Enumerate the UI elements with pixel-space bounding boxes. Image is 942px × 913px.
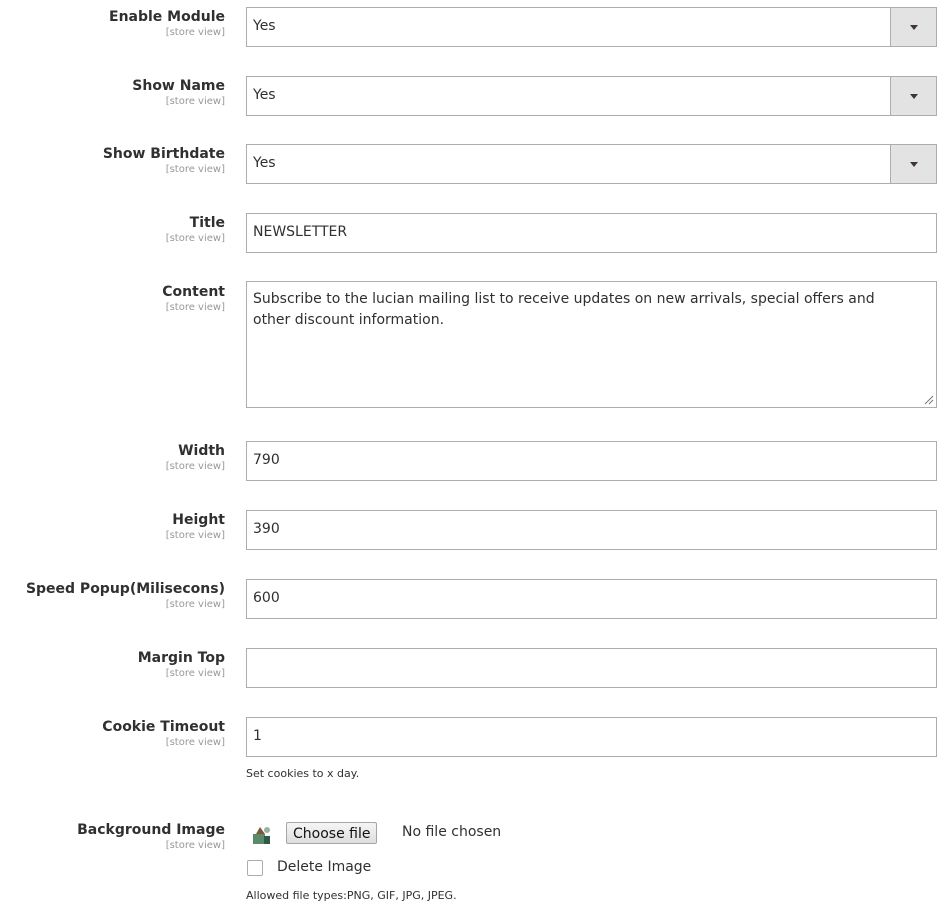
- chevron-down-icon: [909, 94, 918, 99]
- field-label: Enable Module [store view]: [0, 9, 225, 39]
- label-text: Speed Popup(Milisecons): [25, 581, 225, 597]
- title-input[interactable]: NEWSLETTER: [246, 213, 937, 253]
- label-text: Margin Top: [137, 650, 225, 666]
- dropdown-toggle[interactable]: [890, 77, 936, 115]
- textarea-value: Subscribe to the lucian mailing list to …: [253, 291, 875, 328]
- field-label: Height [store view]: [0, 512, 225, 542]
- field-margin-top: Margin Top [store view]: [0, 648, 942, 688]
- field-enable-module: Enable Module [store view] Yes: [0, 7, 942, 47]
- show-birthdate-select[interactable]: Yes: [246, 144, 937, 184]
- chevron-down-icon: [909, 162, 918, 167]
- scope-text: [store view]: [165, 27, 225, 38]
- field-show-name: Show Name [store view] Yes: [0, 76, 942, 116]
- input-value: 600: [253, 590, 280, 606]
- scope-text: [store view]: [165, 302, 225, 313]
- scope-text: [store view]: [165, 233, 225, 244]
- scope-text: [store view]: [165, 840, 225, 851]
- scope-text: [store view]: [165, 530, 225, 541]
- field-label: Show Name [store view]: [0, 78, 225, 108]
- speed-popup-input[interactable]: 600: [246, 579, 937, 619]
- no-file-text: No file chosen: [402, 824, 502, 840]
- scope-text: [store view]: [165, 96, 225, 107]
- label-text: Content: [162, 284, 225, 300]
- field-cookie-timeout: Cookie Timeout [store view] 1 Set cookie…: [0, 717, 942, 780]
- scope-text: [store view]: [165, 737, 225, 748]
- field-label: Speed Popup(Milisecons) [store view]: [0, 581, 225, 611]
- cookie-timeout-input[interactable]: 1: [246, 717, 937, 757]
- height-input[interactable]: 390: [246, 510, 937, 550]
- scope-text: [store view]: [165, 461, 225, 472]
- field-label: Content [store view]: [0, 284, 225, 314]
- field-height: Height [store view] 390: [0, 510, 942, 550]
- field-label: Margin Top [store view]: [0, 650, 225, 680]
- content-textarea[interactable]: Subscribe to the lucian mailing list to …: [246, 281, 937, 408]
- delete-image-checkbox[interactable]: [247, 860, 263, 876]
- scope-text: [store view]: [165, 668, 225, 679]
- scope-text: [store view]: [165, 599, 225, 610]
- label-text: Enable Module: [109, 9, 225, 25]
- field-label: Background Image [store view]: [0, 822, 225, 852]
- field-content: Content [store view] Subscribe to the lu…: [0, 281, 942, 408]
- select-value: Yes: [253, 18, 276, 34]
- field-label: Width [store view]: [0, 443, 225, 473]
- input-value: NEWSLETTER: [253, 224, 348, 240]
- dropdown-toggle[interactable]: [890, 8, 936, 46]
- label-text: Show Birthdate: [102, 146, 225, 162]
- select-value: Yes: [253, 87, 276, 103]
- enable-module-select[interactable]: Yes: [246, 7, 937, 47]
- field-label: Show Birthdate [store view]: [0, 146, 225, 176]
- label-text: Height: [172, 512, 225, 528]
- allowed-types-note: Allowed file types:PNG, GIF, JPG, JPEG.: [246, 889, 457, 902]
- label-text: Background Image: [77, 822, 225, 838]
- choose-file-button[interactable]: Choose file: [286, 822, 378, 844]
- input-value: 1: [253, 728, 262, 744]
- field-label: Cookie Timeout [store view]: [0, 719, 225, 749]
- show-name-select[interactable]: Yes: [246, 76, 937, 116]
- dropdown-toggle[interactable]: [890, 145, 936, 183]
- chevron-down-icon: [909, 25, 918, 30]
- label-text: Show Name: [132, 78, 225, 94]
- input-value: 790: [253, 452, 280, 468]
- scope-text: [store view]: [165, 164, 225, 175]
- field-speed-popup: Speed Popup(Milisecons) [store view] 600: [0, 579, 942, 619]
- image-icon: [253, 827, 270, 844]
- delete-image-label[interactable]: Delete Image: [277, 859, 371, 875]
- label-text: Cookie Timeout: [102, 719, 225, 735]
- margin-top-input[interactable]: [246, 648, 937, 688]
- label-text: Width: [178, 443, 225, 459]
- input-value: 390: [253, 521, 280, 537]
- label-text: Title: [189, 215, 225, 231]
- select-value: Yes: [253, 155, 276, 171]
- cookie-timeout-note: Set cookies to x day.: [246, 767, 360, 780]
- field-label: Title [store view]: [0, 215, 225, 245]
- resize-handle-icon[interactable]: [924, 395, 934, 405]
- width-input[interactable]: 790: [246, 441, 937, 481]
- field-show-birthdate: Show Birthdate [store view] Yes: [0, 144, 942, 184]
- field-width: Width [store view] 790: [0, 441, 942, 481]
- field-title: Title [store view] NEWSLETTER: [0, 213, 942, 253]
